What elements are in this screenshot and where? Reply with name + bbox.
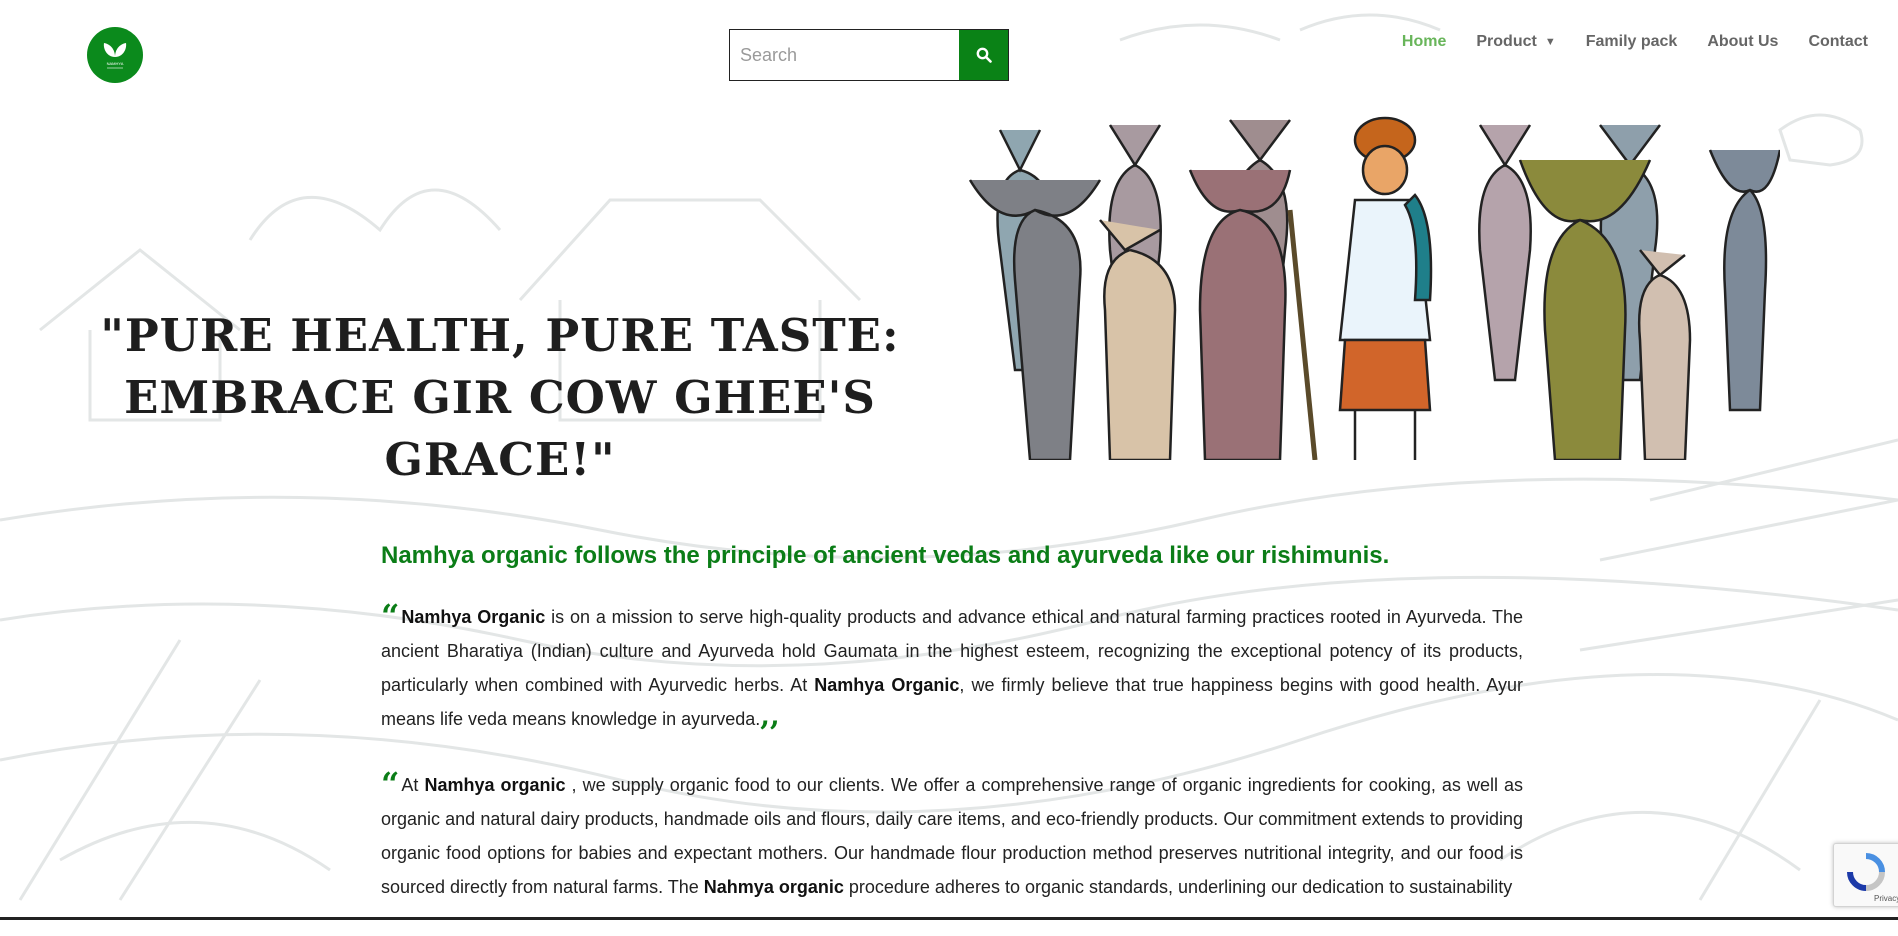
open-quote-mark: “ [381,765,400,803]
banner-quote-line2: EMBRACE GIR COW GHEE'S GRACE!" [124,371,876,486]
nav-product-label: Product [1476,33,1537,50]
banner-quote: "PURE HEALTH, PURE TASTE: EMBRACE GIR CO… [60,305,940,491]
nav-product[interactable]: Product ▼ [1461,32,1570,52]
chevron-down-icon: ▼ [1544,36,1556,48]
mission-paragraph-1: “Namhya Organic is on a mission to serve… [381,600,1523,736]
nav-contact[interactable]: Contact [1793,32,1868,52]
paragraph-text: procedure adheres to organic standards, … [843,877,1513,897]
namhya-logo[interactable]: NAMHYA [87,27,143,83]
brand-name: Namhya organic [424,775,566,795]
brand-name: Namhya Organic [814,675,960,695]
site-header: NAMHYA Home Product ▼ Family pack About U… [0,0,1898,110]
recaptcha-badge[interactable]: Privacy - Terms [1833,843,1898,907]
nav-home[interactable]: Home [1387,32,1461,52]
brand-name: Namhya Organic [401,607,546,627]
search-input[interactable] [729,29,959,81]
nav-about-us-label: About Us [1707,33,1779,50]
paragraph-text: At [401,775,425,795]
recaptcha-terms-text: Privacy - Terms [1874,894,1898,903]
mission-paragraph-2: “At Namhya organic , we supply organic f… [381,768,1523,904]
nav-contact-label: Contact [1808,33,1868,50]
open-quote-mark: “ [381,597,400,635]
nav-family-pack[interactable]: Family pack [1571,32,1693,52]
nav-home-label: Home [1401,33,1447,50]
nav-family-pack-label: Family pack [1585,33,1678,50]
main-nav: Home Product ▼ Family pack About Us Conta… [1387,32,1868,52]
logo-wordmark: NAMHYA [107,61,124,66]
mission-heading: Namhya organic follows the principle of … [381,542,1390,569]
nav-about-us[interactable]: About Us [1692,32,1793,52]
brand-name: Nahmya organic [703,877,844,897]
search-icon [976,47,992,63]
search-button[interactable] [959,29,1009,81]
hero-banner: "PURE HEALTH, PURE TASTE: EMBRACE GIR CO… [0,110,1898,486]
search-bar [729,29,1009,81]
about-content: Namhya organic follows the principle of … [381,536,1523,936]
close-quote-mark: ,, [760,699,780,732]
recaptcha-icon [1847,853,1885,891]
farmer-with-cows-illustration [968,116,1780,460]
banner-quote-line1: "PURE HEALTH, PURE TASTE: [100,309,900,362]
leaf-logo-icon: NAMHYA [103,43,127,69]
